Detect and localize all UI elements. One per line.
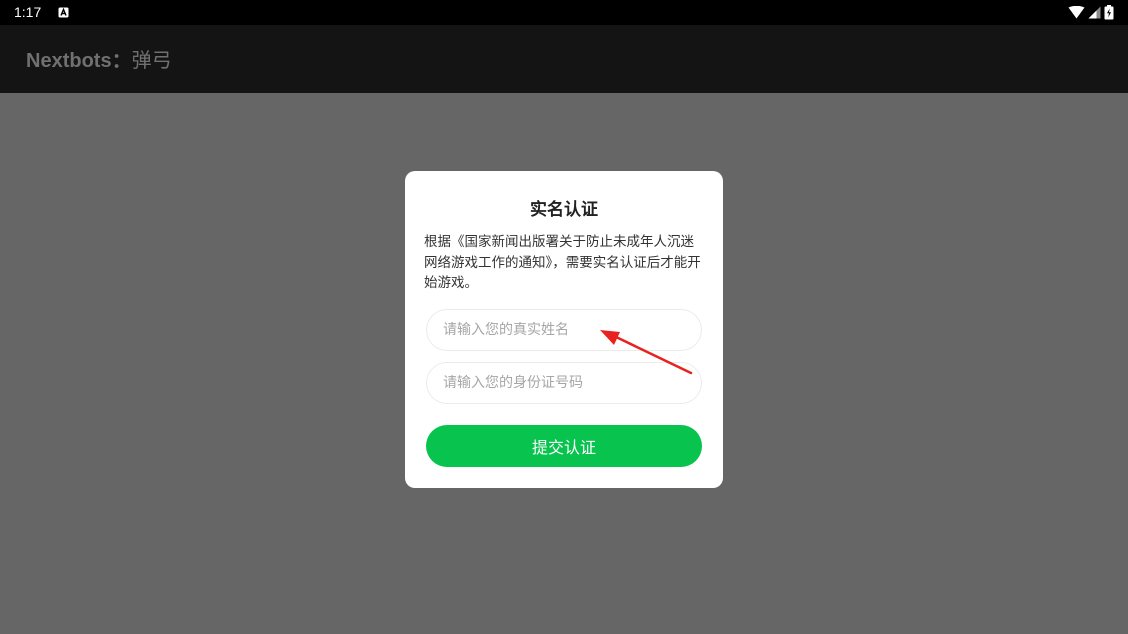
app-title: Nextbots：弹弓 <box>26 47 172 74</box>
status-icons <box>1068 5 1114 20</box>
status-bar: 1:17 <box>0 0 1128 25</box>
dialog-notice-text: 根据《国家新闻出版署关于防止未成年人沉迷网络游戏工作的通知》，需要实名认证后才能… <box>424 234 701 291</box>
submit-verification-button[interactable]: 提交认证 <box>426 425 702 467</box>
app-bar: Nextbots：弹弓 <box>0 25 1128 93</box>
real-name-verification-dialog: 实名认证 根据《国家新闻出版署关于防止未成年人沉迷网络游戏工作的通知》，需要实名… <box>405 171 723 488</box>
app-title-prefix: Nextbots： <box>26 50 132 72</box>
cell-signal-icon <box>1088 6 1101 19</box>
wifi-icon <box>1068 6 1085 19</box>
battery-charging-icon <box>1104 5 1114 20</box>
screen: 1:17 Nextbots：弹弓 实名认证 根据《国家新闻出版署关于防止未成年人… <box>0 0 1128 634</box>
status-time: 1:17 <box>14 4 42 20</box>
dialog-title: 实名认证 <box>530 200 598 220</box>
real-name-input[interactable] <box>426 309 702 351</box>
app-title-suffix: 弹弓 <box>131 48 172 72</box>
id-number-input[interactable] <box>426 362 702 404</box>
android-system-icon <box>58 7 69 18</box>
